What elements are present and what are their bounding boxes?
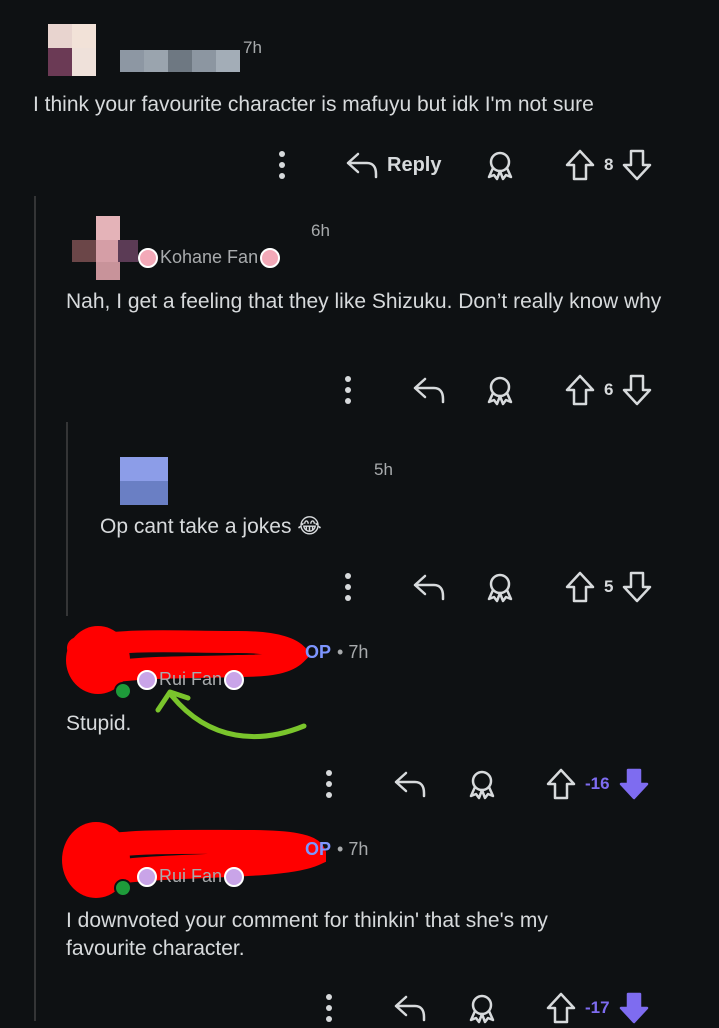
comment-time: 5h [374, 460, 393, 479]
award-icon [466, 992, 498, 1024]
user-flair[interactable]: Rui Fan [137, 866, 245, 887]
upvote-icon[interactable] [564, 570, 596, 604]
user-flair[interactable]: Kohane Fan [138, 247, 281, 268]
award-icon [484, 374, 516, 406]
thread-line-level1[interactable] [34, 196, 36, 1021]
rui-emoji-icon [224, 866, 245, 887]
op-meta: OP • 7h [305, 642, 368, 663]
reply-button[interactable] [393, 988, 427, 1028]
award-icon [484, 149, 516, 181]
comment-body: I downvoted your comment for thinkin' th… [66, 909, 548, 960]
comment-body: Nah, I get a feeling that they like Shiz… [66, 290, 662, 313]
flair-text: Kohane Fan [160, 247, 259, 267]
downvote-icon[interactable] [621, 570, 653, 604]
comment-time: • 7h [337, 642, 369, 662]
upvote-icon[interactable] [564, 373, 596, 407]
comment-time: 7h [243, 38, 262, 57]
overflow-menu-button[interactable] [319, 988, 339, 1028]
vote-count: 6 [604, 380, 614, 399]
downvote-icon[interactable] [621, 148, 653, 182]
award-button[interactable] [466, 764, 498, 804]
op-badge: OP [305, 642, 332, 662]
op-badge: OP [305, 839, 332, 859]
overflow-menu-button[interactable] [319, 764, 339, 804]
comment-body: I think your favourite character is mafu… [33, 93, 594, 116]
overflow-menu-icon [338, 570, 358, 604]
vote-count: 8 [604, 155, 614, 174]
award-button[interactable] [484, 145, 516, 185]
thread-line-level2[interactable] [66, 422, 68, 616]
rui-emoji-icon [137, 866, 157, 887]
avatar[interactable] [72, 216, 142, 282]
overflow-menu-button[interactable] [338, 567, 358, 607]
vote-controls: -17 [545, 988, 650, 1028]
kohane-emoji-icon [260, 247, 281, 268]
reply-button[interactable]: Reply [345, 145, 441, 185]
vote-controls: 6 [564, 370, 653, 410]
comment-time: 6h [311, 221, 330, 240]
reply-icon [393, 993, 427, 1023]
kohane-emoji-icon [138, 247, 158, 268]
vote-controls: 8 [564, 145, 653, 185]
overflow-menu-icon [319, 767, 339, 801]
award-icon [484, 571, 516, 603]
upvote-icon[interactable] [545, 767, 577, 801]
online-status-icon [114, 879, 132, 897]
upvote-icon[interactable] [564, 148, 596, 182]
vote-controls: -16 [545, 764, 650, 804]
avatar[interactable] [48, 24, 96, 80]
username-redacted[interactable] [120, 50, 240, 72]
flair-text: Rui Fan [159, 866, 223, 886]
avatar[interactable] [120, 457, 168, 505]
award-button[interactable] [484, 370, 516, 410]
award-button[interactable] [484, 567, 516, 607]
award-icon [466, 768, 498, 800]
downvote-icon[interactable] [618, 991, 650, 1025]
reply-button[interactable] [412, 370, 446, 410]
overflow-menu-button[interactable] [272, 145, 292, 185]
annotation-arrow [155, 689, 307, 740]
award-button[interactable] [466, 988, 498, 1028]
overflow-menu-icon [338, 373, 358, 407]
reply-icon [345, 150, 379, 180]
downvote-icon[interactable] [621, 373, 653, 407]
comment-body: Op cant take a jokes 😂 [100, 515, 322, 538]
comment-time: • 7h [337, 839, 369, 859]
vote-count: -17 [585, 998, 610, 1017]
reply-button[interactable] [393, 764, 427, 804]
reply-icon [412, 572, 446, 602]
reply-icon [393, 769, 427, 799]
op-meta: OP • 7h [305, 839, 368, 860]
redaction-scribble [62, 822, 326, 898]
online-status-icon [114, 682, 132, 700]
reply-button[interactable] [412, 567, 446, 607]
vote-count: -16 [585, 774, 610, 793]
upvote-icon[interactable] [545, 991, 577, 1025]
comment-body: Stupid. [66, 712, 132, 735]
vote-count: 5 [604, 577, 614, 596]
vote-controls: 5 [564, 567, 653, 607]
downvote-icon[interactable] [618, 767, 650, 801]
reply-label: Reply [387, 153, 442, 176]
overflow-menu-button[interactable] [338, 370, 358, 410]
overflow-menu-icon [319, 991, 339, 1025]
overflow-menu-icon [272, 148, 292, 182]
reply-icon [412, 375, 446, 405]
